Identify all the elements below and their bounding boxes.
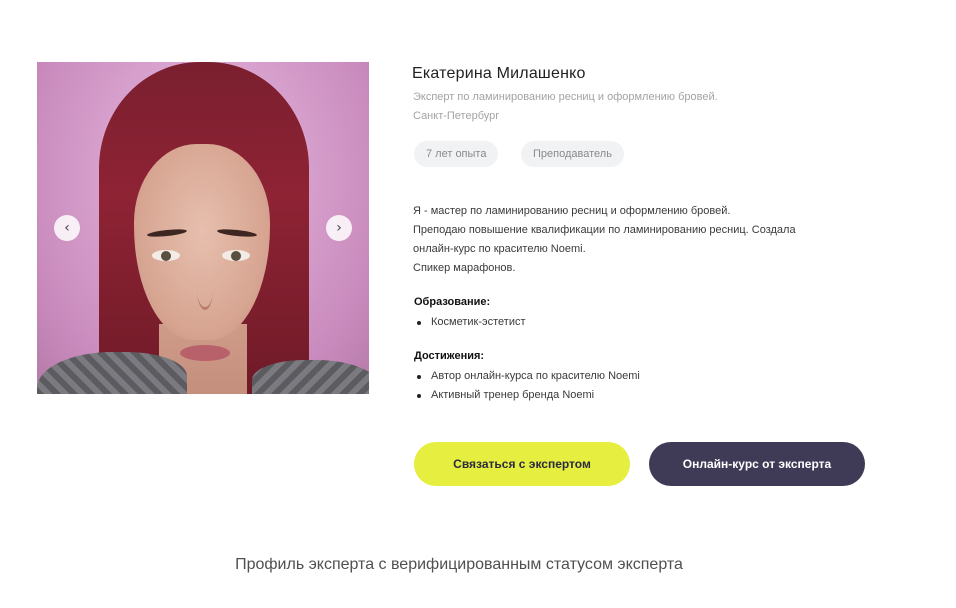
photo-shirt-right	[252, 360, 369, 394]
bio-line: онлайн-курс по красителю Noemi.	[413, 243, 586, 255]
photo-face	[134, 144, 270, 340]
expert-photo	[37, 62, 369, 394]
education-title: Образование:	[414, 296, 491, 308]
photo-eye-right	[222, 250, 250, 261]
list-item: Автор онлайн-курса по красителю Noemi	[414, 367, 640, 386]
photo-shirt-left	[37, 352, 187, 394]
chevron-left-icon: ‹	[64, 220, 70, 236]
caption-text: Профиль эксперта с верифицированным стат…	[235, 556, 683, 573]
expert-subtitle: Эксперт по ламинированию ресниц и оформл…	[413, 91, 718, 103]
expert-bio: Я - мастер по ламинированию ресниц и офо…	[413, 202, 913, 278]
bio-line: Я - мастер по ламинированию ресниц и офо…	[413, 205, 731, 217]
education-list: Косметик-эстетист	[414, 313, 526, 332]
photo-lips	[180, 345, 230, 361]
gallery-next-button[interactable]: ›	[326, 215, 352, 241]
contact-expert-button[interactable]: Связаться с экспертом	[414, 442, 630, 486]
achievements-list: Автор онлайн-курса по красителю Noemi Ак…	[414, 367, 640, 405]
expert-name: Екатерина Милашенко	[412, 65, 586, 82]
bio-line: Спикер марафонов.	[413, 262, 516, 274]
bio-line: Преподаю повышение квалификации по ламин…	[413, 224, 796, 236]
achievements-title: Достижения:	[414, 350, 485, 362]
expert-course-button[interactable]: Онлайн-курс от эксперта	[649, 442, 865, 486]
chevron-right-icon: ›	[336, 220, 342, 236]
tag-experience: 7 лет опыта	[414, 141, 499, 167]
expert-city: Санкт-Петербург	[413, 110, 500, 122]
list-item: Активный тренер бренда Noemi	[414, 386, 640, 405]
tag-role: Преподаватель	[521, 141, 624, 167]
photo-eye-left	[152, 250, 180, 261]
photo-nose	[197, 270, 213, 310]
list-item: Косметик-эстетист	[414, 313, 526, 332]
gallery-prev-button[interactable]: ‹	[54, 215, 80, 241]
